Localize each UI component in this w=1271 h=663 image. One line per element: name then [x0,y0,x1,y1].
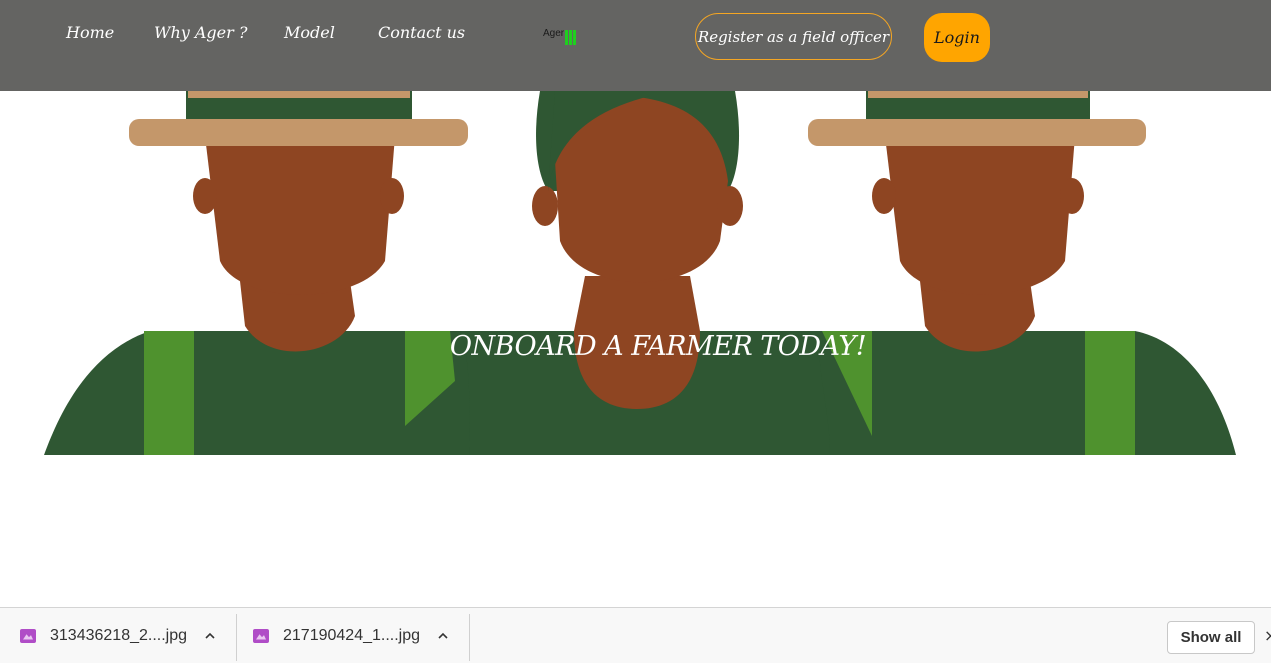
register-field-officer-button[interactable]: Register as a field officer [695,13,892,60]
download-shelf: 313436218_2....jpg 217190424_1....jpg Sh… [0,607,1271,663]
download-item[interactable]: 313436218_2....jpg [20,608,215,663]
download-item[interactable]: 217190424_1....jpg [253,608,448,663]
ager-logo[interactable]: Ager [543,28,577,46]
download-separator [236,614,237,661]
close-icon[interactable]: × [1264,628,1271,644]
chevron-up-icon[interactable] [205,631,215,641]
logo-bars-icon [565,29,577,45]
hero-title: ONBOARD A FARMER TODAY! [449,331,867,362]
left-farmer-figure [44,91,470,455]
logo-text: Ager [543,28,565,39]
chevron-up-icon[interactable] [438,631,448,641]
download-filename: 217190424_1....jpg [283,626,421,644]
login-button[interactable]: Login [924,13,990,62]
download-separator [469,614,470,661]
nav-link-why-ager[interactable]: Why Ager ? [154,22,247,44]
nav-link-contact-us[interactable]: Contact us [378,22,465,44]
nav-link-home[interactable]: Home [66,22,114,44]
hero-banner: ONBOARD A FARMER TODAY! [0,91,1271,455]
nav-link-model[interactable]: Model [284,22,335,44]
image-file-icon [253,628,269,643]
show-all-button[interactable]: Show all [1167,621,1255,654]
top-navbar: Home Why Ager ? Model Contact us Ager Re… [0,0,1271,91]
farmers-illustration [44,91,1236,455]
right-farmer-figure [808,91,1236,455]
download-filename: 313436218_2....jpg [50,626,188,644]
image-file-icon [20,628,36,643]
